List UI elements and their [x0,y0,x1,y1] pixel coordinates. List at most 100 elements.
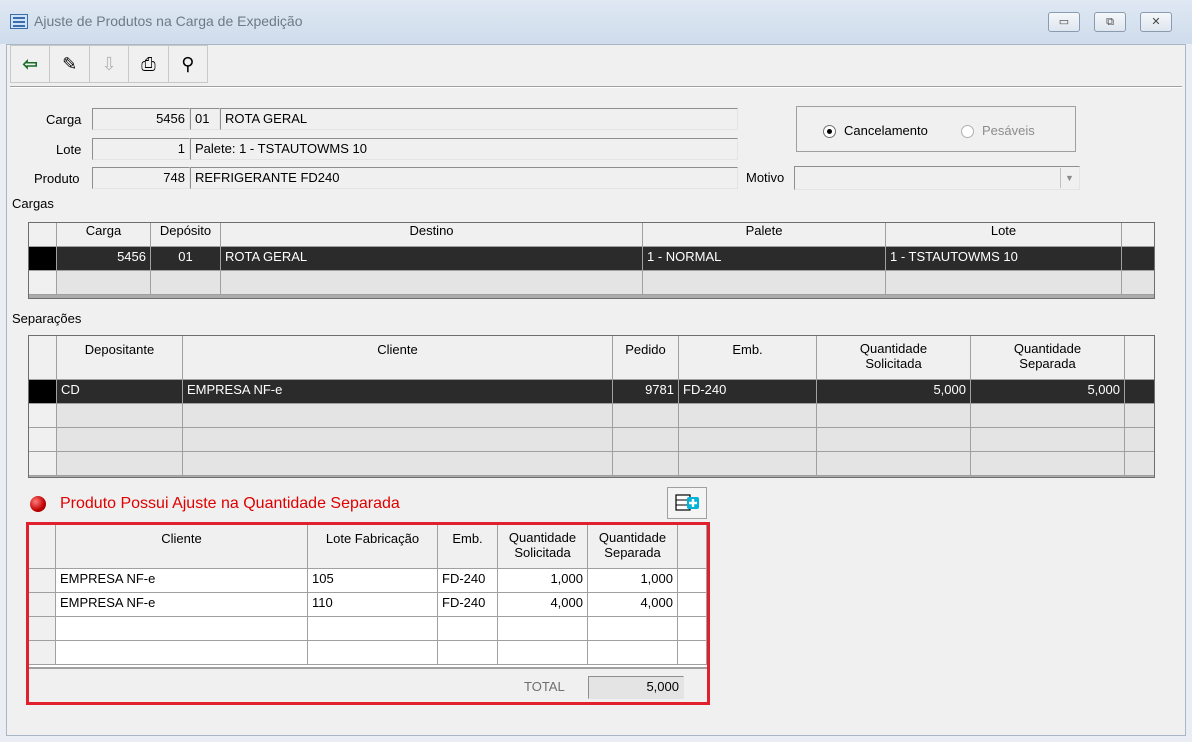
row-indicator[interactable] [29,271,57,295]
table-cell[interactable]: 110 [308,593,438,617]
row-indicator[interactable] [29,380,57,404]
motivo-select[interactable]: ▼ [794,166,1080,190]
table-cell[interactable] [57,428,183,452]
table-cell[interactable] [183,404,613,428]
column-header[interactable]: Lote Fabricação [308,525,438,569]
table-cell[interactable] [643,271,886,295]
table-cell[interactable]: FD-240 [438,569,498,593]
close-button[interactable]: ✕ [1140,12,1172,32]
column-header[interactable]: Carga [57,223,151,247]
column-header[interactable]: Cliente [56,525,308,569]
table-cell[interactable] [438,641,498,665]
radio-cancelamento[interactable]: Cancelamento [823,123,928,139]
table-cell[interactable]: FD-240 [438,593,498,617]
table-cell[interactable]: 4,000 [498,593,588,617]
table-cell[interactable] [57,452,183,476]
row-indicator[interactable] [29,617,56,641]
table-cell[interactable]: EMPRESA NF-e [56,569,308,593]
exit-button[interactable]: ⇦ [11,46,51,82]
minimize-button[interactable]: ▭ [1048,12,1080,32]
produto-desc-field: REFRIGERANTE FD240 [190,167,738,189]
row-indicator[interactable] [29,404,57,428]
table-cell[interactable] [971,452,1125,476]
total-value-field: 5,000 [588,676,684,699]
printer-icon: ⎙ [141,53,156,74]
maximize-button[interactable]: ⧉ [1094,12,1126,32]
row-indicator[interactable] [29,452,57,476]
table-cell[interactable]: 4,000 [588,593,678,617]
column-header[interactable]: Quantidade Solicitada [817,336,971,380]
table-cell[interactable] [971,428,1125,452]
table-cell[interactable] [56,641,308,665]
table-cell[interactable] [183,452,613,476]
column-header[interactable]: Destino [221,223,643,247]
column-header[interactable]: Depósito [151,223,221,247]
row-indicator[interactable] [29,593,56,617]
table-cell[interactable]: 5,000 [817,380,971,404]
add-adjustment-button[interactable] [667,487,707,519]
table-cell[interactable]: 9781 [613,380,679,404]
table-cell[interactable]: FD-240 [679,380,817,404]
row-indicator[interactable] [29,569,56,593]
row-indicator[interactable] [29,641,56,665]
column-header[interactable]: Palete [643,223,886,247]
column-header[interactable]: Quantidade Separada [971,336,1125,380]
table-cell[interactable] [56,617,308,641]
row-indicator[interactable] [29,428,57,452]
column-header[interactable]: Cliente [183,336,613,380]
table-cell[interactable] [817,404,971,428]
table-cell[interactable]: 5,000 [971,380,1125,404]
column-header[interactable]: Emb. [679,336,817,380]
row-indicator[interactable] [29,247,57,271]
table-cell[interactable] [817,452,971,476]
table-cell[interactable] [183,428,613,452]
table-cell[interactable] [971,404,1125,428]
table-cell[interactable]: 1 - NORMAL [643,247,886,271]
adjustment-warning: Produto Possui Ajuste na Quantidade Sepa… [60,495,400,512]
column-header[interactable]: Lote [886,223,1122,247]
chevron-down-icon[interactable]: ▼ [1060,168,1078,188]
table-cell[interactable] [613,428,679,452]
column-header[interactable]: Quantidade Separada [588,525,678,569]
save-button[interactable]: ⇩ [90,46,130,82]
table-cell[interactable] [57,271,151,295]
column-header[interactable]: Depositante [57,336,183,380]
table-cell[interactable]: EMPRESA NF-e [56,593,308,617]
table-cell[interactable] [308,617,438,641]
table-cell[interactable]: 105 [308,569,438,593]
table-cell[interactable] [817,428,971,452]
table-cell[interactable] [613,452,679,476]
column-header[interactable]: Quantidade Solicitada [498,525,588,569]
radio-pesaveis[interactable]: Pesáveis [961,123,1035,139]
table-cell[interactable]: 01 [151,247,221,271]
table-cell[interactable] [57,404,183,428]
table-cell[interactable] [613,404,679,428]
table-cell[interactable] [308,641,438,665]
table-cell [678,617,707,641]
table-cell[interactable] [679,404,817,428]
table-cell[interactable] [151,271,221,295]
print-button[interactable]: ⎙ [129,46,169,82]
table-cell[interactable] [498,617,588,641]
produto-code-field: 748 [92,167,190,189]
column-header[interactable]: Pedido [613,336,679,380]
table-cell[interactable] [588,641,678,665]
table-cell[interactable]: 1,000 [588,569,678,593]
carga-rota-field: ROTA GERAL [220,108,738,130]
table-cell[interactable]: ROTA GERAL [221,247,643,271]
table-cell[interactable]: EMPRESA NF-e [183,380,613,404]
table-cell[interactable] [498,641,588,665]
table-cell[interactable] [221,271,643,295]
table-cell[interactable]: 5456 [57,247,151,271]
table-cell[interactable]: 1,000 [498,569,588,593]
table-cell[interactable]: 1 - TSTAUTOWMS 10 [886,247,1122,271]
table-cell[interactable]: CD [57,380,183,404]
table-cell[interactable] [679,452,817,476]
table-cell[interactable] [886,271,1122,295]
table-cell[interactable] [438,617,498,641]
table-cell[interactable] [588,617,678,641]
column-header[interactable]: Emb. [438,525,498,569]
edit-button[interactable]: ✎ [50,46,90,82]
table-cell[interactable] [679,428,817,452]
search-button[interactable]: ⚲ [169,46,207,82]
